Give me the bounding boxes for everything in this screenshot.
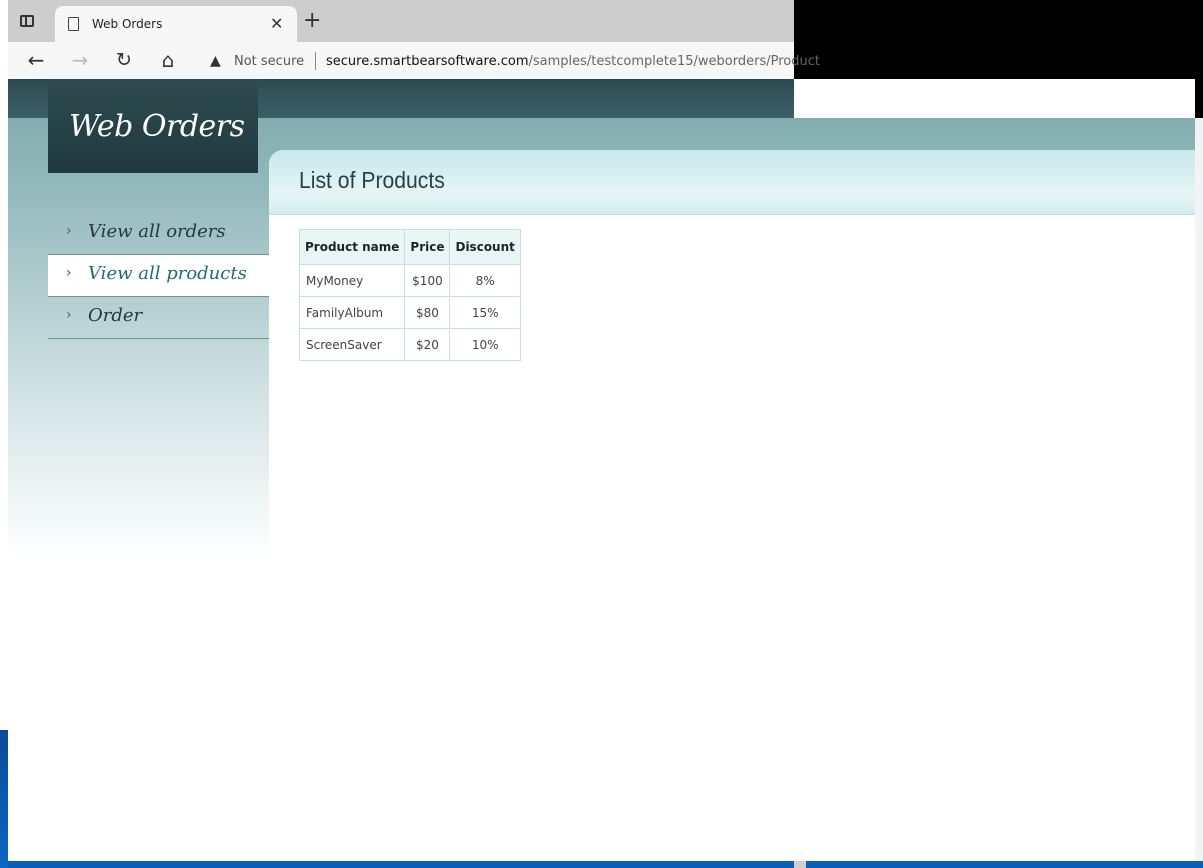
discount-cell: 8% [449,264,521,297]
web-page: Web Orders › View all orders › View all … [8,79,1195,861]
sidebar-item-order[interactable]: › Order [48,297,269,339]
sidebar-item-label[interactable]: View all products [88,263,247,284]
sidebar-item-label[interactable]: Order [88,305,142,326]
chevron-right-icon: › [66,307,72,323]
column-header-product-name: Product name [298,229,406,265]
price-cell: $20 [404,328,451,361]
product-name-cell: MyMoney [298,264,406,297]
sidebar-nav: › View all orders › View all products › … [48,213,269,339]
site-logo-text: Web Orders [69,109,245,144]
content-header: List of Products [269,150,1195,215]
chevron-right-icon: › [66,223,72,239]
reload-icon[interactable]: ↻ [112,48,136,72]
discount-cell: 15% [449,296,521,329]
tab-actions-icon[interactable] [18,13,38,33]
chevron-right-icon: › [66,265,72,281]
discount-cell: 10% [449,328,521,361]
browser-toolbar: ← → ↻ ⌂ ▲ Not secure secure.smartbearsof… [8,42,820,79]
page-title: List of Products [299,167,445,193]
product-name-cell: FamilyAlbum [298,296,406,329]
column-header-price: Price [404,229,451,265]
back-icon[interactable]: ← [24,48,48,72]
column-header-discount: Discount [449,229,521,265]
address-divider [315,52,316,70]
tab-title: Web Orders [92,17,163,31]
security-status[interactable]: Not secure [234,54,304,69]
table-row: FamilyAlbum $80 15% [298,296,521,329]
price-cell: $80 [404,296,451,329]
table-row: MyMoney $100 8% [298,264,521,297]
table-header-row: Product name Price Discount [298,229,521,265]
new-tab-icon[interactable]: + [303,10,321,32]
products-table: Product name Price Discount MyMoney $100… [298,229,521,361]
warning-icon[interactable]: ▲ [210,53,221,69]
close-tab-icon[interactable]: ✕ [270,14,283,33]
url-host: secure.smartbearsoftware.com [326,54,529,69]
sidebar-item-view-all-orders[interactable]: › View all orders [48,213,269,255]
url-text[interactable]: secure.smartbearsoftware.com/samples/tes… [326,54,820,69]
site-logo: Web Orders [48,79,258,173]
background-window-sliver-right [1195,118,1203,868]
url-path: /samples/testcomplete15/weborders/Produc… [528,54,820,69]
main-content: List of Products Product name Price Disc… [269,150,1195,861]
sidebar-item-label[interactable]: View all orders [88,221,226,242]
tab-web-orders[interactable]: Web Orders ✕ [55,6,297,42]
tab-strip: Web Orders ✕ + [8,0,794,42]
address-bar[interactable]: ▲ Not secure secure.smartbearsoftware.co… [198,45,820,76]
home-icon[interactable]: ⌂ [156,48,180,72]
page-icon [68,17,79,31]
desktop-wallpaper-left [0,730,8,868]
product-name-cell: ScreenSaver [298,328,406,361]
forward-icon[interactable]: → [68,48,92,72]
sidebar-item-view-all-products[interactable]: › View all products [48,255,269,297]
table-row: ScreenSaver $20 10% [298,328,521,361]
price-cell: $100 [404,264,451,297]
